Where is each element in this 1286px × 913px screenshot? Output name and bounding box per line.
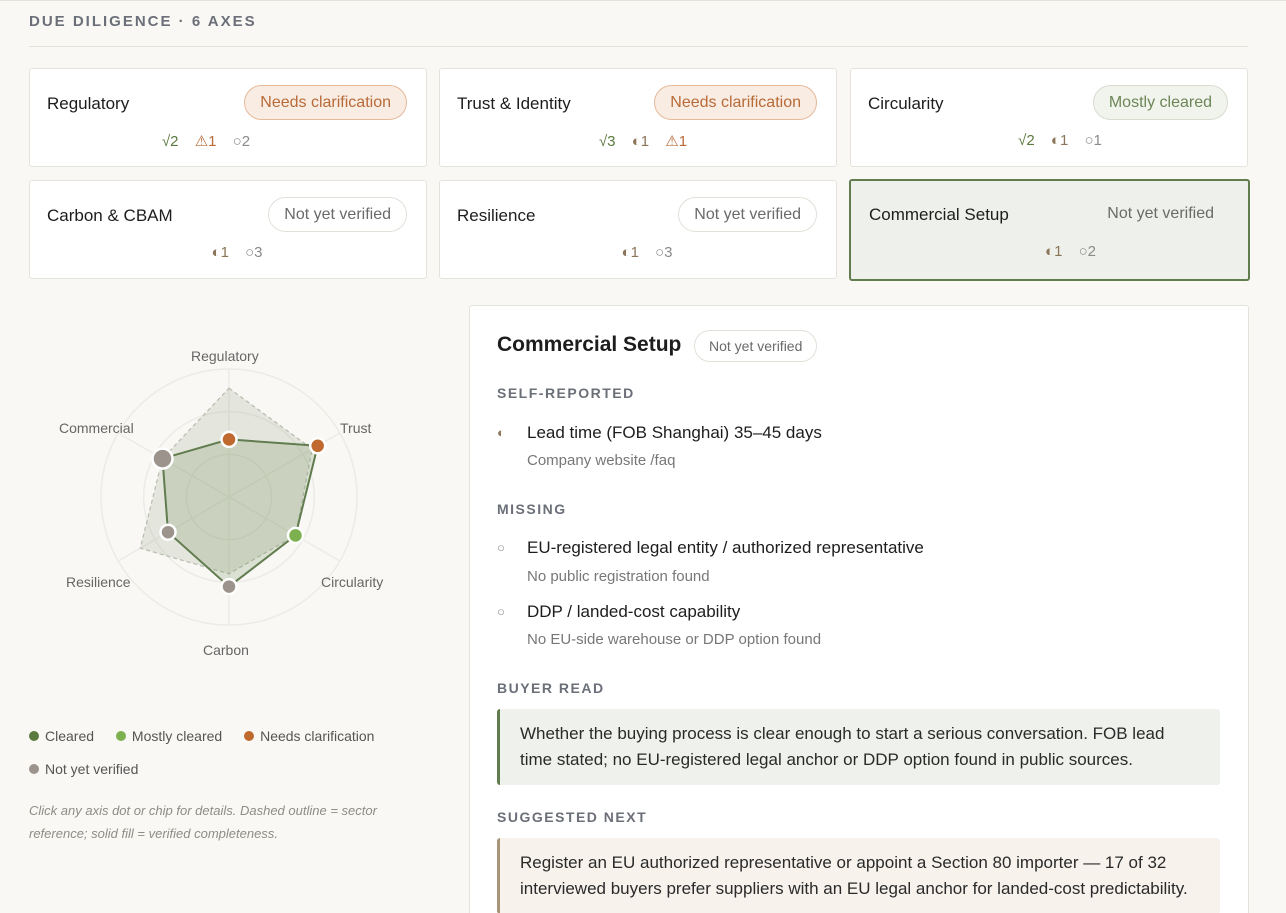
radar-label-regulatory[interactable]: Regulatory (191, 348, 259, 364)
radar-svg (100, 368, 358, 626)
axis-card-name: Resilience (457, 206, 536, 225)
evidence-counts: √3 ◐1 ⚠1 (440, 132, 836, 150)
verified-completeness-area (161, 438, 319, 588)
legend-item-mostly-cleared: Mostly cleared (115, 728, 222, 744)
warning-icon: ⚠1 (194, 133, 217, 150)
half-circle-icon: ◐1 (1050, 132, 1069, 149)
entry-source: No public registration found (527, 568, 710, 585)
radar-label-resilience[interactable]: Resilience (66, 574, 131, 590)
evidence-counts: ◐1 ○2 (851, 243, 1248, 260)
entry-title: EU-registered legal entity / authorized … (527, 538, 924, 557)
chart-hint: Click any axis dot or chip for details. … (29, 803, 377, 841)
half-circle-icon: ◐1 (621, 244, 639, 261)
evidence-counts: √2 ◐1 ○1 (851, 132, 1247, 149)
axis-card-name: Trust & Identity (457, 94, 571, 113)
detail-title: Commercial Setup (497, 333, 682, 356)
radar-dot-commercial[interactable] (151, 447, 174, 470)
axis-card-carbon-cbam[interactable]: Carbon & CBAM Not yet verified ◐1 ○3 (29, 180, 427, 279)
detail-status-chip: Not yet verified (694, 330, 818, 362)
check-icon: √2 (161, 133, 179, 150)
buyer-read-heading: BUYER READ (497, 680, 605, 696)
half-circle-icon: ◐1 (1045, 243, 1063, 260)
radar-dot-carbon[interactable] (220, 577, 238, 596)
radar-label-carbon[interactable]: Carbon (203, 642, 249, 658)
entry-source: Company website /faq (527, 452, 676, 469)
legend-dot (29, 764, 39, 774)
radar-dot-resilience[interactable] (159, 523, 177, 541)
entry-title: DDP / landed-cost capability (527, 602, 741, 621)
empty-circle-icon: ○3 (655, 244, 673, 261)
evidence-counts: √2 ⚠1 ○2 (30, 132, 426, 150)
empty-circle-icon: ○3 (245, 244, 263, 261)
axis-card-trust-identity[interactable]: Trust & Identity Needs clarification √3 … (439, 68, 837, 167)
evidence-counts: ◐1 ○3 (30, 244, 426, 261)
empty-circle-icon: ○ (497, 540, 505, 555)
axis-card-resilience[interactable]: Resilience Not yet verified ◐1 ○3 (439, 180, 837, 279)
status-chip[interactable]: Not yet verified (678, 197, 817, 232)
radar-label-trust[interactable]: Trust (340, 420, 371, 436)
buyer-read-callout: Whether the buying process is clear enou… (497, 709, 1220, 785)
suggested-next-callout: Register an EU authorized representative… (497, 838, 1220, 913)
axis-card-name: Circularity (868, 94, 944, 113)
radar-chart: Regulatory Trust Circularity Carbon Resi… (29, 331, 449, 681)
status-chip[interactable]: Not yet verified (268, 197, 407, 232)
status-chip[interactable]: Needs clarification (654, 85, 817, 120)
suggested-next-heading: SUGGESTED NEXT (497, 809, 648, 825)
axis-card-circularity[interactable]: Circularity Mostly cleared √2 ◐1 ○1 (850, 68, 1248, 167)
check-icon: √2 (1018, 132, 1035, 149)
entry-title: Lead time (FOB Shanghai) 35–45 days (527, 423, 822, 442)
entry-source: No EU-side warehouse or DDP option found (527, 631, 822, 648)
empty-circle-icon: ○1 (1084, 132, 1102, 149)
status-chip[interactable]: Needs clarification (244, 85, 407, 120)
check-icon: √3 (598, 133, 616, 150)
self-reported-heading: SELF-REPORTED (497, 385, 635, 401)
legend-item-cleared: Cleared (29, 728, 94, 744)
half-circle-icon: ◐1 (631, 133, 650, 150)
legend-item-needs-clarification: Needs clarification (244, 728, 374, 744)
evidence-counts: ◐1 ○3 (440, 244, 836, 261)
status-chip[interactable]: Not yet verified (1091, 196, 1230, 231)
axis-card-name: Commercial Setup (869, 205, 1009, 224)
axis-card-name: Carbon & CBAM (47, 206, 173, 225)
empty-circle-icon: ○ (497, 604, 505, 619)
radar-label-circularity[interactable]: Circularity (321, 574, 383, 590)
section-title: DUE DILIGENCE · 6 AXES (29, 13, 257, 30)
section-divider (29, 46, 1248, 47)
axis-card-name: Regulatory (47, 94, 130, 113)
status-chip[interactable]: Mostly cleared (1092, 85, 1228, 120)
half-circle-icon: ◐ (497, 425, 505, 440)
detail-panel: Commercial Setup Not yet verified SELF-R… (469, 305, 1249, 913)
half-circle-icon: ◐1 (211, 244, 229, 261)
radar-dot-circularity[interactable] (286, 526, 305, 545)
missing-heading: MISSING (497, 501, 567, 517)
axis-card-commercial-setup[interactable]: Commercial Setup Not yet verified ◐1 ○2 (849, 179, 1250, 281)
legend-item-not-yet-verified: Not yet verified (29, 761, 138, 777)
axis-card-regulatory[interactable]: Regulatory Needs clarification √2 ⚠1 ○2 (29, 68, 427, 167)
radar-dot-trust[interactable] (308, 437, 327, 455)
legend-dot (29, 731, 39, 741)
radar-legend: Cleared Mostly cleared Needs clarificati… (29, 728, 449, 794)
radar-dot-regulatory[interactable] (220, 430, 238, 449)
empty-circle-icon: ○2 (232, 133, 251, 150)
empty-circle-icon: ○2 (1078, 243, 1096, 260)
legend-dot (115, 731, 126, 741)
legend-dot (244, 731, 255, 741)
radar-label-commercial[interactable]: Commercial (59, 420, 134, 436)
warning-icon: ⚠1 (665, 133, 688, 150)
